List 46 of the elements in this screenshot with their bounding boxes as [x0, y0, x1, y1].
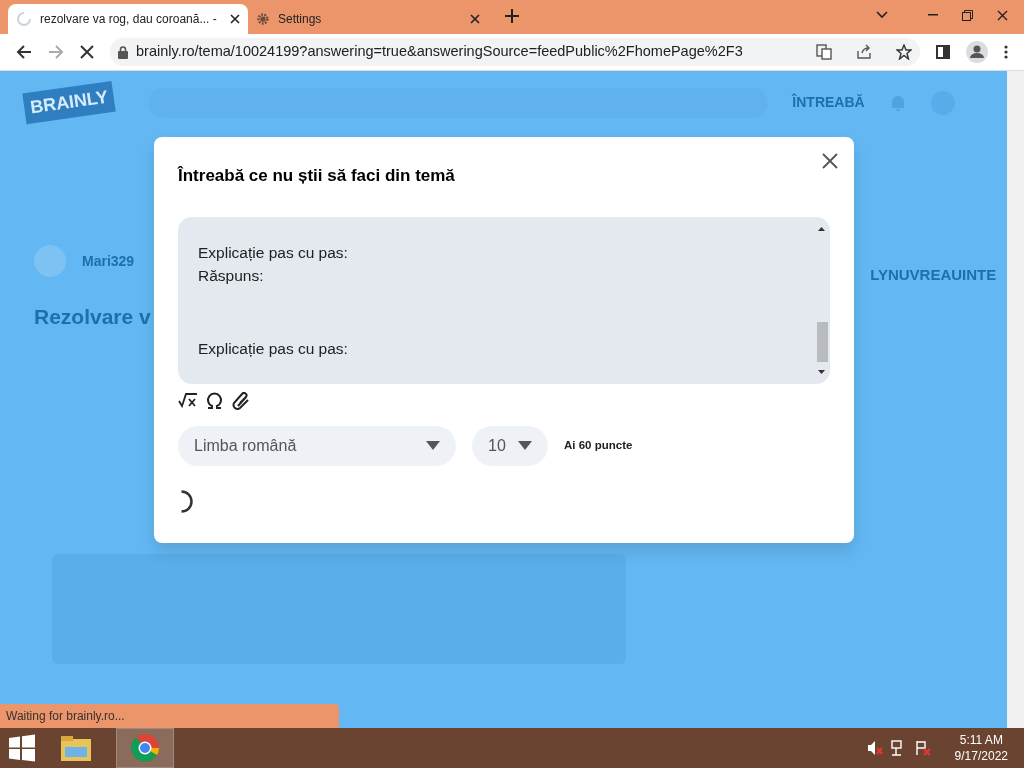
close-icon[interactable] [822, 153, 838, 169]
close-icon[interactable] [470, 14, 480, 24]
math-icon[interactable] [178, 391, 198, 410]
answer-line: Răspuns: [198, 265, 265, 286]
close-icon[interactable] [997, 9, 1008, 21]
loading-icon [16, 11, 32, 27]
new-tab-icon[interactable] [504, 8, 520, 24]
muted-speaker-icon[interactable] [866, 740, 883, 756]
scrollbar[interactable] [1007, 71, 1024, 728]
minimize-icon[interactable] [928, 14, 938, 16]
clock[interactable]: 5:11 AM 9/17/2022 [954, 732, 1008, 764]
flag-icon[interactable] [914, 740, 931, 756]
browser-tab[interactable]: Settings [248, 4, 488, 34]
answer-line: Explicație pas cu pas: [198, 338, 349, 359]
points-dropdown[interactable]: 10 [472, 425, 548, 466]
share-icon[interactable] [856, 44, 872, 60]
start-icon[interactable] [8, 734, 36, 762]
star-icon[interactable] [896, 44, 912, 60]
close-icon[interactable] [230, 14, 240, 24]
caret-icon [426, 441, 440, 450]
sidebar-heading: LYNUVREAUINTE [870, 265, 997, 285]
browser-tab[interactable]: rezolvare va rog, dau coroană... - [8, 4, 248, 34]
menu-icon[interactable] [1004, 45, 1008, 59]
subject-dropdown[interactable]: Limba română [178, 425, 456, 466]
stop-icon[interactable] [80, 45, 94, 59]
answer-field[interactable]: Explicație pas cu pas: Răspuns: Explicație pas cu pas: [178, 216, 830, 384]
restore-icon[interactable] [962, 9, 973, 21]
gear-icon [256, 12, 270, 26]
paperclip-icon[interactable] [231, 391, 251, 410]
avatar [34, 245, 66, 278]
chrome-icon[interactable] [116, 728, 174, 768]
back-icon[interactable] [16, 44, 32, 60]
folder-icon[interactable] [60, 733, 92, 763]
translate-icon[interactable] [816, 44, 832, 60]
lock-icon [118, 45, 128, 59]
side-panel-icon[interactable] [936, 45, 950, 59]
answer-line: Explicație pas cu pas: [198, 242, 349, 263]
points-note: Ai 60 puncte [564, 437, 633, 453]
dialog-title: Întreabă ce nu știi să faci din temă [178, 165, 455, 187]
status-text: Waiting for brainly.ro... [0, 704, 339, 728]
omega-icon[interactable] [206, 391, 223, 410]
tab-search-icon[interactable] [876, 11, 888, 19]
caret-icon [518, 441, 532, 450]
question-title: Rezolvare v [34, 303, 152, 330]
profile-icon[interactable] [966, 41, 988, 63]
logo[interactable]: BRAINLY [22, 80, 117, 125]
